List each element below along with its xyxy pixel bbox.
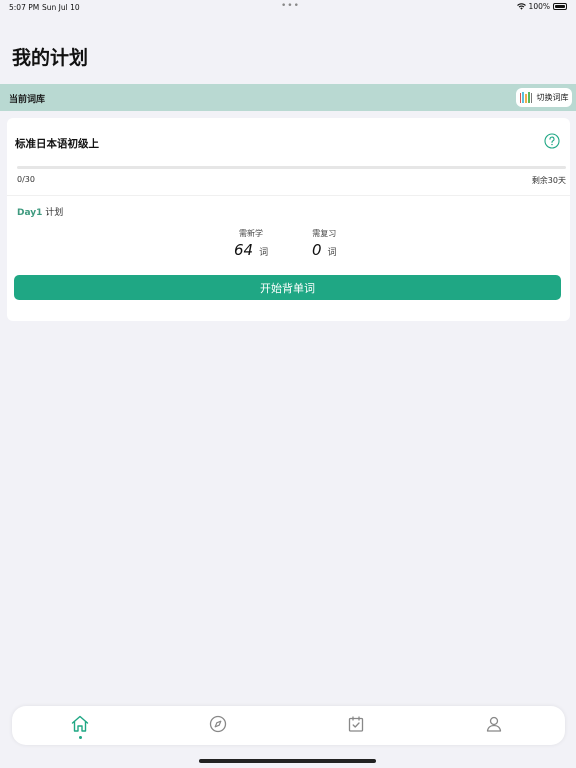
plan-card: 标准日本语初级上 0/30 剩余30天 Day1 计划 需新学 64 词 需复习… (7, 118, 570, 321)
new-words-count: 64 (234, 241, 254, 259)
wifi-icon (516, 3, 526, 10)
home-icon (71, 715, 89, 732)
status-time: 5:07 PM (9, 3, 40, 12)
review-words-label: 需复习 (312, 229, 337, 238)
battery-icon (553, 3, 567, 10)
tab-checkin[interactable] (346, 714, 368, 736)
help-icon[interactable] (544, 133, 560, 149)
start-memorize-button[interactable]: 开始背单词 (14, 275, 561, 300)
plan-label: 计划 (45, 208, 64, 218)
divider (7, 195, 570, 196)
new-words-stat: 需新学 64 词 (234, 228, 268, 259)
switch-bank-button[interactable]: 切换词库 (516, 88, 572, 107)
day-label: Day1 (17, 208, 43, 218)
person-icon (486, 716, 502, 732)
new-words-unit: 词 (259, 248, 269, 258)
new-words-label: 需新学 (239, 229, 264, 238)
current-bank-label: 当前词库 (9, 95, 46, 105)
battery-percent: 100% (528, 2, 550, 11)
review-words-count: 0 (312, 241, 322, 259)
tab-profile[interactable] (484, 714, 506, 736)
tab-home[interactable] (70, 714, 92, 739)
day-plan-line: Day1 计划 (17, 205, 63, 218)
progress-count: 0/30 (17, 175, 35, 184)
switch-bank-label: 切换词库 (536, 93, 569, 102)
current-bank-bar: 当前词库 切换词库 (0, 84, 576, 111)
multitasking-dots-icon[interactable]: ••• (281, 1, 300, 11)
tab-bar (12, 706, 565, 745)
status-date: Sun Jul 10 (42, 3, 80, 12)
remaining-days: 剩余30天 (531, 176, 566, 185)
status-right: 100% (516, 2, 567, 11)
review-words-unit: 词 (327, 248, 337, 258)
compass-icon (209, 715, 227, 733)
review-words-stat: 需复习 0 词 (312, 228, 337, 259)
tab-discover[interactable] (208, 714, 230, 736)
status-bar: 5:07 PM Sun Jul 10 ••• 100% (0, 0, 576, 14)
page-title: 我的计划 (12, 47, 89, 69)
progress-bar (17, 166, 566, 169)
books-icon (519, 92, 533, 103)
home-indicator[interactable] (199, 759, 376, 763)
calendar-check-icon (348, 716, 364, 732)
book-title: 标准日本语初级上 (15, 138, 99, 150)
active-dot (79, 736, 82, 739)
